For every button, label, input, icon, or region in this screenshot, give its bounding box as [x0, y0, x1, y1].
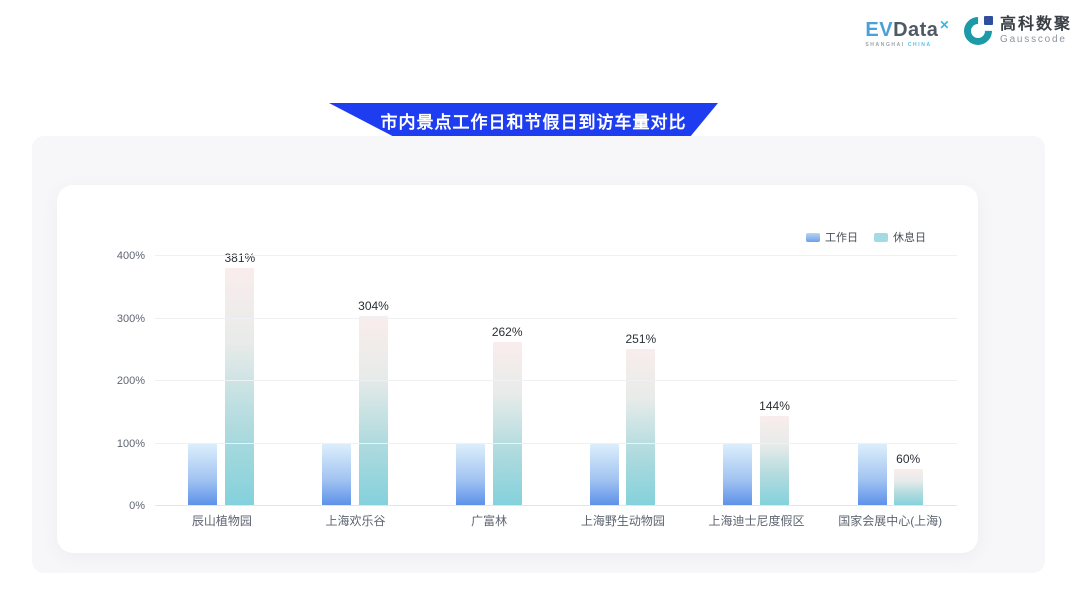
- bar-workday: [456, 444, 485, 507]
- bar-restday: [225, 268, 254, 506]
- bar-value-label: 262%: [492, 325, 523, 339]
- bar-value-label: 304%: [358, 299, 389, 313]
- bar-groups: 381% 304% 262% 251% 144% 60%: [155, 256, 957, 506]
- header-logos: EVData✕ SHANGHAI CHINA 高科数聚 Gausscode: [865, 16, 1072, 48]
- gridline: [155, 443, 957, 444]
- y-tick-label: 100%: [89, 438, 145, 450]
- x-axis-label: 上海野生动物园: [556, 512, 690, 529]
- legend-item-workday[interactable]: 工作日: [806, 229, 858, 245]
- gausscode-cn-label: 高科数聚: [1000, 17, 1072, 33]
- bar-value-label: 251%: [626, 332, 657, 346]
- bar-group: 304%: [289, 256, 423, 506]
- plot-area: 381%304%262%251%144%60% 0%100%200%300%40…: [155, 256, 957, 506]
- bar-workday: [858, 444, 887, 507]
- bar-restday-column: 381%: [224, 256, 255, 506]
- gausscode-text: 高科数聚 Gausscode: [1000, 17, 1072, 45]
- evdata-ev-text: EV: [865, 19, 893, 41]
- evdata-x-icon: ✕: [939, 18, 950, 32]
- bar-workday: [322, 444, 351, 507]
- bar-value-label: 60%: [896, 452, 920, 466]
- bar-restday-column: 262%: [492, 256, 523, 506]
- gridline: [155, 380, 957, 381]
- x-axis-label: 广富林: [422, 512, 556, 529]
- chart-card: 工作日 休息日 381% 304% 262% 251% 144% 60% 0% 100% 20…: [57, 185, 978, 553]
- gridline: [155, 505, 957, 506]
- title-banner: 市内景点工作日和节假日到访车量对比: [329, 103, 718, 137]
- bar-workday: [590, 444, 619, 507]
- evdata-sub-shanghai: SHANGHAI: [865, 42, 904, 48]
- bar-group: 381%: [155, 256, 289, 506]
- y-tick-label: 400%: [89, 250, 145, 262]
- bar-restday: [493, 342, 522, 506]
- evdata-data-text: Data: [893, 19, 938, 41]
- bar-group: 60%: [823, 256, 957, 506]
- bar-restday: [626, 349, 655, 506]
- bar-group: 144%: [690, 256, 824, 506]
- bar-restday: [760, 416, 789, 506]
- bar-group: 251%: [556, 256, 690, 506]
- evdata-wordmark: EVData✕: [865, 20, 949, 40]
- gridline: [155, 318, 957, 319]
- legend-label-workday: 工作日: [825, 229, 858, 245]
- y-tick-label: 300%: [89, 313, 145, 325]
- bar-restday-column: 60%: [894, 256, 923, 506]
- bar-workday: [188, 444, 217, 507]
- y-tick-label: 0%: [89, 500, 145, 512]
- chart-legend: 工作日 休息日: [806, 229, 926, 245]
- legend-swatch-restday-icon: [874, 233, 888, 242]
- x-axis-label: 上海迪士尼度假区: [690, 512, 824, 529]
- gridline: [155, 255, 957, 256]
- bar-workday: [723, 444, 752, 507]
- x-axis-labels: 辰山植物园上海欢乐谷广富林上海野生动物园上海迪士尼度假区国家会展中心(上海): [155, 512, 957, 529]
- bar-group: 262%: [422, 256, 556, 506]
- gausscode-mark-icon: [963, 16, 993, 46]
- bar-value-label: 381%: [224, 251, 255, 265]
- evdata-sub-china: CHINA: [908, 42, 932, 48]
- x-axis-label: 辰山植物园: [155, 512, 289, 529]
- bar-restday: [359, 316, 388, 506]
- page-root: { "header": { "evdata": { "ev": "EV", "d…: [0, 0, 1080, 608]
- x-axis-label: 国家会展中心(上海): [823, 512, 957, 529]
- bar-restday: [894, 469, 923, 507]
- bar-restday-column: 144%: [759, 256, 790, 506]
- bar-restday-column: 251%: [626, 256, 657, 506]
- gausscode-square-icon: [984, 16, 993, 25]
- bar-restday-column: 304%: [358, 256, 389, 506]
- evdata-logo: EVData✕ SHANGHAI CHINA: [865, 16, 949, 48]
- legend-swatch-workday-icon: [806, 233, 820, 242]
- gausscode-en-label: Gausscode: [1000, 35, 1072, 45]
- bar-value-label: 144%: [759, 399, 790, 413]
- gausscode-logo: 高科数聚 Gausscode: [963, 16, 1072, 46]
- legend-label-restday: 休息日: [893, 229, 926, 245]
- page-title: 市内景点工作日和节假日到访车量对比: [361, 108, 687, 133]
- legend-item-restday[interactable]: 休息日: [874, 229, 926, 245]
- y-tick-label: 200%: [89, 375, 145, 387]
- evdata-subtext: SHANGHAI CHINA: [865, 43, 949, 48]
- x-axis-label: 上海欢乐谷: [289, 512, 423, 529]
